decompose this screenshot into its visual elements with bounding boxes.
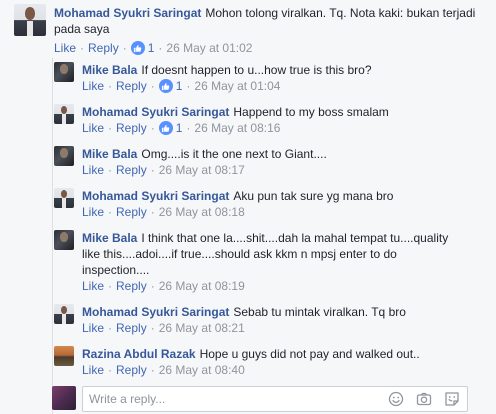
- separator: ·: [108, 363, 113, 377]
- thread-indent-line: [52, 58, 53, 414]
- separator: ·: [108, 163, 113, 177]
- reply-link[interactable]: Reply: [116, 204, 147, 220]
- comment-actions: Like · Reply · 26 May at 08:21: [82, 320, 482, 336]
- like-thumb-icon[interactable]: [158, 121, 173, 135]
- timestamp[interactable]: 26 May at 01:04: [194, 78, 280, 94]
- avatar[interactable]: [14, 4, 46, 36]
- composer-tools: [387, 390, 467, 408]
- comment-author[interactable]: Mike Bala: [82, 231, 137, 245]
- like-link[interactable]: Like: [82, 78, 104, 94]
- comment-actions: Like · Reply · 1 · 26 May at 01:04: [82, 78, 482, 94]
- reply-comment: Mike Bala If doesnt happen to u...how tru…: [54, 62, 490, 94]
- separator: ·: [150, 163, 155, 177]
- comment-text: If doesnt happen to u...how true is this…: [141, 63, 372, 77]
- avatar[interactable]: [54, 346, 74, 366]
- timestamp[interactable]: 26 May at 08:16: [194, 120, 280, 136]
- separator: ·: [158, 41, 163, 55]
- comment-author[interactable]: Mohamad Syukri Saringat: [82, 105, 229, 119]
- comment-actions: Like · Reply · 26 May at 08:17: [82, 162, 482, 178]
- reply-link[interactable]: Reply: [116, 278, 147, 294]
- comment-text: Hope u guys did not pay and walked out..: [199, 347, 420, 361]
- timestamp[interactable]: 26 May at 01:02: [166, 40, 252, 56]
- avatar[interactable]: [54, 230, 74, 250]
- like-count[interactable]: 1: [176, 120, 183, 136]
- separator: ·: [80, 41, 85, 55]
- avatar[interactable]: [54, 104, 74, 124]
- current-user-avatar: [52, 386, 76, 410]
- reply-link[interactable]: Reply: [116, 162, 147, 178]
- timestamp[interactable]: 26 May at 08:17: [159, 162, 245, 178]
- sticker-icon[interactable]: [443, 390, 461, 408]
- comment-text: Sebab tu mintak viralkan. Tq bro: [233, 305, 406, 319]
- separator: ·: [186, 121, 191, 135]
- reply-comment: Mike Bala I think that one la....shit....…: [54, 230, 490, 294]
- comment-text: Happend to my boss smalam: [233, 105, 389, 119]
- comment-actions: Like · Reply · 26 May at 08:19: [82, 278, 454, 294]
- reply-comment: Mohamad Syukri Saringat Sebab tu mintak v…: [54, 304, 490, 336]
- comment-actions: Like · Reply · 26 May at 08:40: [82, 362, 482, 378]
- reply-link[interactable]: Reply: [88, 40, 119, 56]
- separator: ·: [108, 121, 113, 135]
- separator: ·: [150, 121, 155, 135]
- timestamp[interactable]: 26 May at 08:40: [159, 362, 245, 378]
- comment-actions: Like · Reply · 1 · 26 May at 08:16: [82, 120, 482, 136]
- emoji-icon[interactable]: [387, 390, 405, 408]
- separator: ·: [122, 41, 127, 55]
- like-link[interactable]: Like: [82, 204, 104, 220]
- like-link[interactable]: Like: [82, 278, 104, 294]
- like-link[interactable]: Like: [82, 362, 104, 378]
- reply-link[interactable]: Reply: [116, 120, 147, 136]
- timestamp[interactable]: 26 May at 08:18: [159, 204, 245, 220]
- reply-link[interactable]: Reply: [116, 362, 147, 378]
- comment-author[interactable]: Mohamad Syukri Saringat: [54, 6, 201, 20]
- avatar[interactable]: [54, 146, 74, 166]
- reply-comment: Mohamad Syukri Saringat Aku pun tak sure …: [54, 188, 490, 220]
- comment-author[interactable]: Mohamad Syukri Saringat: [82, 189, 229, 203]
- separator: ·: [150, 363, 155, 377]
- comment-text: Aku pun tak sure yg mana bro: [233, 189, 394, 203]
- comment-actions: Like · Reply · 1 · 26 May at 01:02: [54, 40, 482, 56]
- avatar[interactable]: [54, 188, 74, 208]
- reply-comment: Razina Abdul Razak Hope u guys did not pa…: [54, 346, 490, 378]
- reply-composer[interactable]: [82, 386, 468, 412]
- timestamp[interactable]: 26 May at 08:21: [159, 320, 245, 336]
- comment-actions: Like · Reply · 26 May at 08:18: [82, 204, 482, 220]
- separator: ·: [150, 79, 155, 93]
- comment-author[interactable]: Razina Abdul Razak: [82, 347, 196, 361]
- like-link[interactable]: Like: [82, 162, 104, 178]
- separator: ·: [108, 79, 113, 93]
- separator: ·: [108, 321, 113, 335]
- comment-author[interactable]: Mohamad Syukri Saringat: [82, 305, 229, 319]
- separator: ·: [108, 205, 113, 219]
- separator: ·: [150, 205, 155, 219]
- like-thumb-icon[interactable]: [130, 41, 145, 55]
- like-count[interactable]: 1: [176, 78, 183, 94]
- reply-comment: Mike Bala Omg....is it the one next to Gi…: [54, 146, 490, 178]
- separator: ·: [150, 321, 155, 335]
- like-link[interactable]: Like: [82, 120, 104, 136]
- camera-icon[interactable]: [415, 390, 433, 408]
- comment-text: Omg....is it the one next to Giant....: [141, 147, 327, 161]
- separator: ·: [186, 79, 191, 93]
- avatar[interactable]: [54, 304, 74, 324]
- top-comment: Mohamad Syukri Saringat Mohon tolong vira…: [14, 4, 490, 56]
- reply-link[interactable]: Reply: [116, 78, 147, 94]
- like-thumb-icon[interactable]: [158, 79, 173, 93]
- like-count[interactable]: 1: [148, 40, 155, 56]
- avatar[interactable]: [54, 62, 74, 82]
- comment-author[interactable]: Mike Bala: [82, 63, 137, 77]
- separator: ·: [150, 279, 155, 293]
- comment-author[interactable]: Mike Bala: [82, 147, 137, 161]
- like-link[interactable]: Like: [54, 40, 76, 56]
- reply-comment: Mohamad Syukri Saringat Happend to my bos…: [54, 104, 490, 136]
- like-link[interactable]: Like: [82, 320, 104, 336]
- reply-link[interactable]: Reply: [116, 320, 147, 336]
- timestamp[interactable]: 26 May at 08:19: [159, 278, 245, 294]
- reply-input[interactable]: [83, 388, 387, 410]
- separator: ·: [108, 279, 113, 293]
